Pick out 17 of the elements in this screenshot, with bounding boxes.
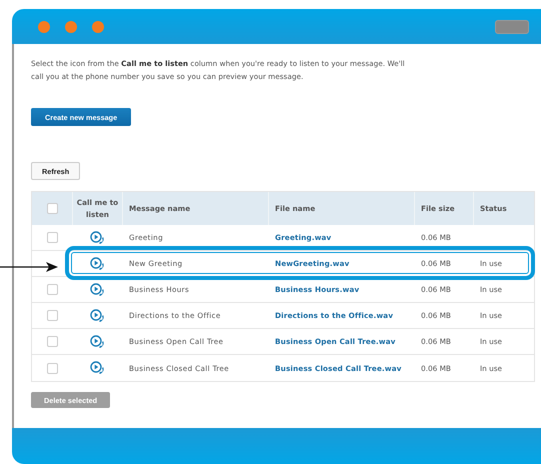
window-control[interactable] [495, 20, 529, 34]
play-phone-icon[interactable] [90, 256, 106, 270]
checkbox[interactable] [46, 203, 58, 214]
checkbox[interactable] [47, 232, 58, 243]
checkbox[interactable] [47, 336, 58, 347]
play-phone-icon[interactable] [90, 361, 106, 375]
play-phone-icon[interactable] [90, 308, 106, 322]
checkbox[interactable] [47, 284, 58, 295]
checkbox[interactable] [47, 310, 58, 321]
play-phone-icon[interactable] [90, 334, 106, 348]
window-dot[interactable] [92, 20, 104, 32]
window-dot[interactable] [38, 20, 50, 32]
checkbox[interactable] [47, 362, 58, 374]
window-dot[interactable] [65, 20, 77, 32]
pointer-arrow [0, 262, 58, 272]
play-phone-icon[interactable] [90, 230, 106, 244]
play-phone-icon[interactable] [90, 282, 106, 296]
